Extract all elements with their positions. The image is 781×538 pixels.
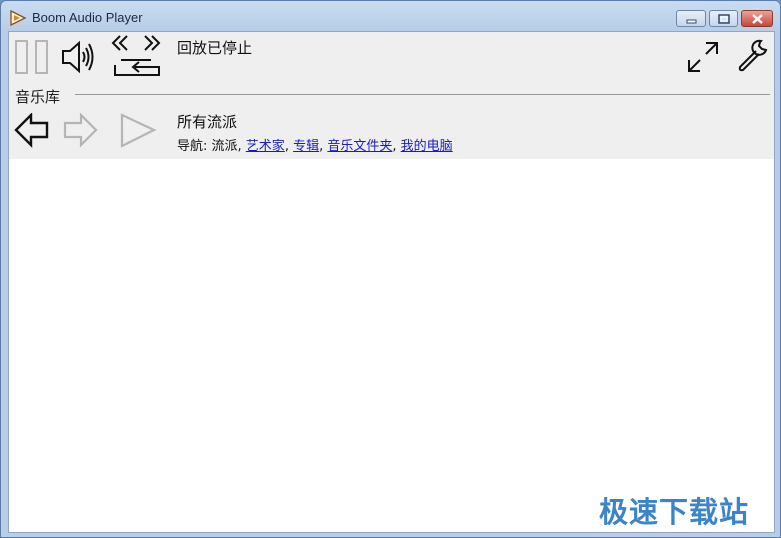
breadcrumb: 导航: 流派, 艺术家, 专辑, 音乐文件夹, 我的电脑 xyxy=(177,135,453,154)
title-bar[interactable]: Boom Audio Player xyxy=(1,1,780,31)
pause-icon[interactable] xyxy=(15,40,49,76)
breadcrumb-link-my-computer[interactable]: 我的电脑 xyxy=(401,139,453,154)
wrench-icon[interactable] xyxy=(735,38,769,74)
current-view-title: 所有流派 xyxy=(177,113,238,131)
player-toolbar: 回放已停止 音乐库 所有流派 导航: 流派, 艺术家, 专辑, 音乐文件夹, 我… xyxy=(9,32,774,159)
breadcrumb-link-artists[interactable]: 艺术家 xyxy=(246,139,285,154)
forward-arrow-icon[interactable] xyxy=(62,113,98,149)
breadcrumb-separator: , xyxy=(237,139,246,154)
expand-icon[interactable] xyxy=(686,40,720,74)
breadcrumb-link-music-folders[interactable]: 音乐文件夹 xyxy=(327,139,392,154)
breadcrumb-link-albums[interactable]: 专辑 xyxy=(293,139,319,154)
back-arrow-icon[interactable] xyxy=(14,113,50,149)
breadcrumb-prefix: 导航: xyxy=(177,139,212,154)
minimize-button[interactable] xyxy=(676,10,706,27)
maximize-icon xyxy=(718,14,730,24)
content-list-area[interactable] xyxy=(9,159,774,532)
play-triangle-icon xyxy=(10,10,26,26)
library-section-label: 音乐库 xyxy=(15,86,65,107)
breadcrumb-current: 流派 xyxy=(211,139,238,154)
section-divider xyxy=(75,94,770,95)
app-window: Boom Audio Player 回放已停止 音乐库 所有流派 导航: 流派,… xyxy=(0,0,781,538)
close-button[interactable] xyxy=(741,10,773,27)
watermark-text: 极速下载站 xyxy=(599,495,750,529)
breadcrumb-separator: , xyxy=(392,139,401,154)
maximize-button[interactable] xyxy=(709,10,738,27)
playback-status: 回放已停止 xyxy=(177,39,253,57)
rewind-forward-icon[interactable] xyxy=(111,34,163,54)
speaker-icon[interactable] xyxy=(61,40,97,74)
close-icon xyxy=(752,14,763,24)
breadcrumb-separator: , xyxy=(284,139,294,154)
play-icon[interactable] xyxy=(119,113,157,149)
minimize-icon xyxy=(686,19,697,24)
repeat-icon[interactable] xyxy=(111,55,163,79)
window-title: Boom Audio Player xyxy=(32,10,143,25)
client-area: 回放已停止 音乐库 所有流派 导航: 流派, 艺术家, 专辑, 音乐文件夹, 我… xyxy=(8,31,775,533)
